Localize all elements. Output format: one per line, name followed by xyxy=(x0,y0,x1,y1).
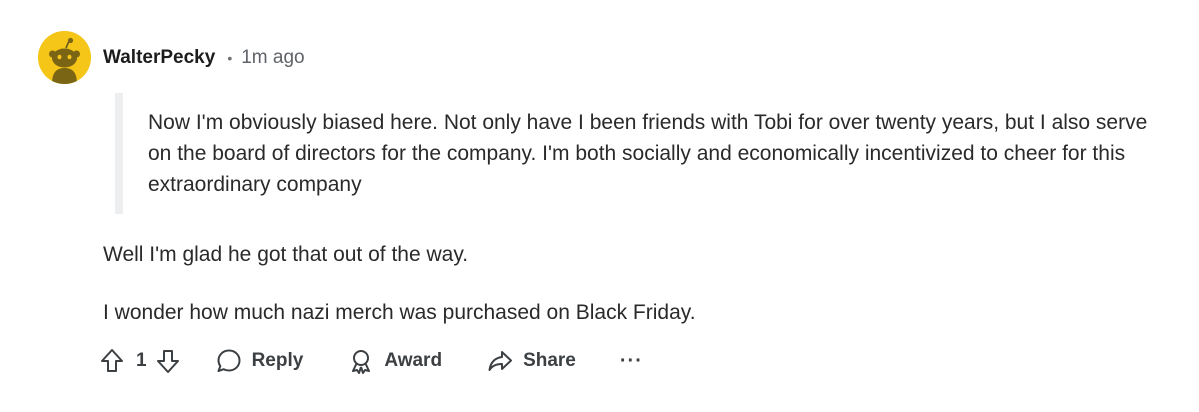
reply-button[interactable]: Reply xyxy=(216,348,304,374)
comment-paragraph: I wonder how much nazi merch was purchas… xyxy=(103,301,696,324)
share-button[interactable]: Share xyxy=(487,348,576,374)
upvote-arrow-icon xyxy=(101,349,123,372)
reply-label: Reply xyxy=(251,350,304,371)
speech-bubble-icon xyxy=(217,349,241,372)
username-link[interactable]: WalterPecky xyxy=(103,47,215,69)
comment-action-bar: 1 Reply Award Share ··· xyxy=(100,343,643,379)
meta-separator: • xyxy=(227,50,233,66)
comment-paragraph: Well I'm glad he got that out of the way… xyxy=(103,243,469,266)
share-label: Share xyxy=(523,350,576,371)
award-ribbon-icon xyxy=(352,350,371,374)
comment-header: WalterPecky • 1m ago xyxy=(103,44,305,72)
more-options-icon: ··· xyxy=(619,350,643,372)
user-avatar[interactable] xyxy=(38,31,91,84)
award-label: Award xyxy=(384,350,443,371)
upvote-button[interactable] xyxy=(100,348,124,374)
award-button[interactable]: Award xyxy=(348,348,442,374)
downvote-button[interactable] xyxy=(156,348,180,374)
more-options-button[interactable]: ··· xyxy=(620,351,643,371)
snoo-avatar-icon xyxy=(38,31,91,84)
comment-timestamp[interactable]: 1m ago xyxy=(241,47,304,69)
share-arrow-icon xyxy=(488,351,513,371)
downvote-arrow-icon xyxy=(156,350,179,373)
vote-count: 1 xyxy=(136,350,147,371)
comment: WalterPecky • 1m ago Now I'm obviously b… xyxy=(0,0,1199,412)
blockquote-text: Now I'm obviously biased here. Not only … xyxy=(148,111,1148,196)
